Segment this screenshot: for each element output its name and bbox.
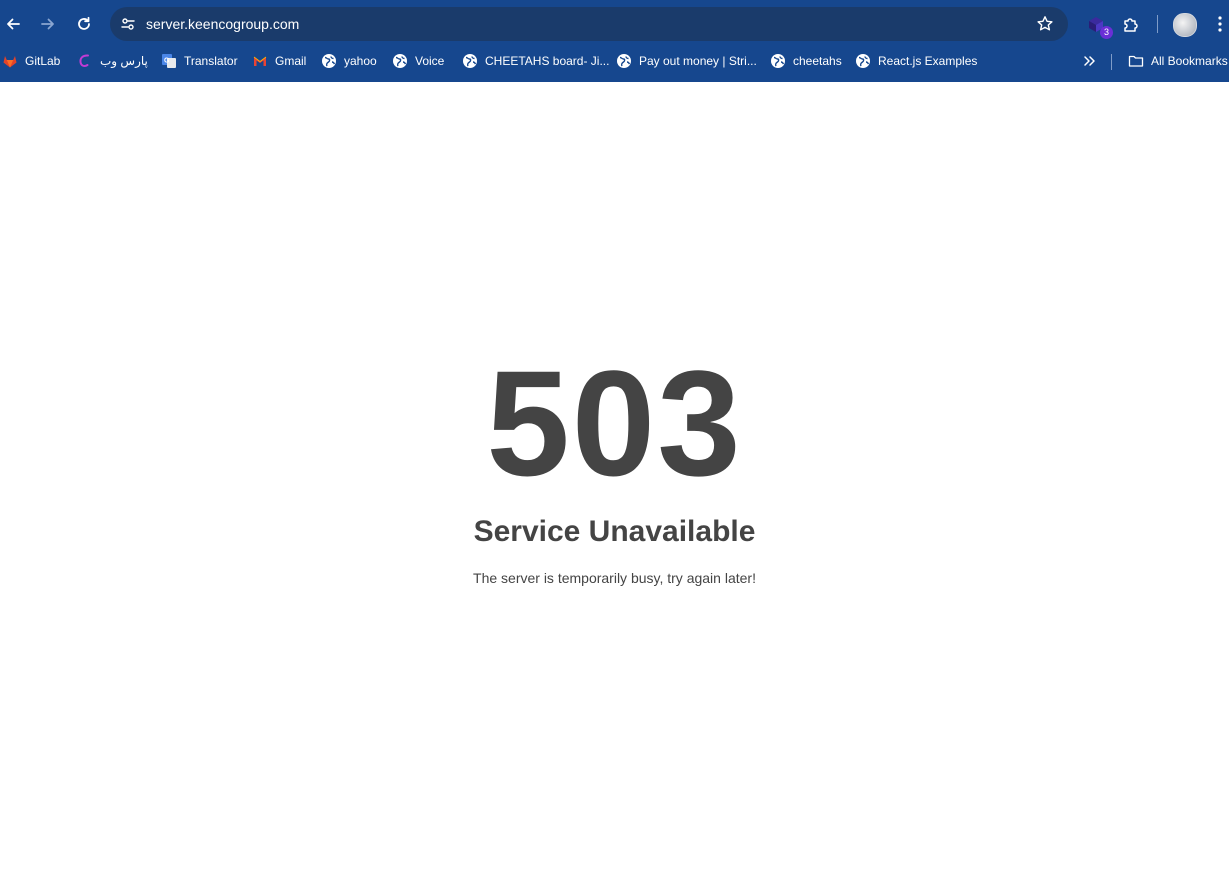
bookmark-cheetahs[interactable]: cheetahs xyxy=(770,50,842,72)
globe-icon xyxy=(616,53,632,69)
gitlab-icon xyxy=(2,53,18,69)
bookmarks-bar: GitLab پارس وب G Translator Gmail yahoo xyxy=(0,48,1229,74)
puzzle-icon xyxy=(1124,18,1138,32)
url-input[interactable] xyxy=(146,7,1006,41)
page-content: 503 Service Unavailable The server is te… xyxy=(0,82,1229,881)
bookmark-gitlab[interactable]: GitLab xyxy=(2,50,60,72)
bookmark-label: GitLab xyxy=(25,54,61,68)
back-button[interactable] xyxy=(1,12,25,36)
bookmark-gmail[interactable]: Gmail xyxy=(252,50,306,72)
forward-button[interactable] xyxy=(36,12,60,36)
browser-toolbar: 3 xyxy=(0,0,1229,48)
folder-icon xyxy=(1128,53,1144,69)
extensions-menu-button[interactable] xyxy=(1119,13,1143,37)
bookmark-label: Translator xyxy=(184,54,238,68)
error-message: The server is temporarily busy, try agai… xyxy=(473,570,756,586)
gmail-icon xyxy=(252,53,268,69)
all-bookmarks-label: All Bookmarks xyxy=(1151,54,1228,68)
globe-icon xyxy=(321,53,337,69)
globe-icon xyxy=(770,53,786,69)
error-code: 503 xyxy=(486,339,743,507)
globe-icon xyxy=(392,53,408,69)
parsweb-icon xyxy=(77,53,93,69)
google-translate-icon: G xyxy=(161,53,177,69)
bookmark-cheetahs-board[interactable]: CHEETAHS board- Ji... xyxy=(462,50,609,72)
bookmark-pay-out-money[interactable]: Pay out money | Stri... xyxy=(616,50,757,72)
reload-button[interactable] xyxy=(72,12,96,36)
bookmark-label: Pay out money | Stri... xyxy=(639,54,757,68)
arrow-left-icon xyxy=(7,18,20,30)
extension-badge: 3 xyxy=(1100,26,1113,39)
arrow-right-icon xyxy=(41,18,54,30)
bookmark-yahoo[interactable]: yahoo xyxy=(321,50,377,72)
bookmark-label: React.js Examples xyxy=(878,54,978,68)
profile-avatar[interactable] xyxy=(1173,13,1197,37)
bookmark-reactjs-examples[interactable]: React.js Examples xyxy=(855,50,977,72)
bookmark-label: Gmail xyxy=(275,54,307,68)
bookmark-label: CHEETAHS board- Ji... xyxy=(485,54,610,68)
bookmark-translator[interactable]: G Translator xyxy=(161,50,238,72)
all-bookmarks-button[interactable]: All Bookmarks xyxy=(1128,50,1228,72)
bookmark-label: cheetahs xyxy=(793,54,842,68)
more-bookmarks-button[interactable] xyxy=(1080,52,1098,70)
bookmark-label: پارس وب xyxy=(100,54,148,68)
tune-icon xyxy=(121,18,135,30)
site-info-button[interactable] xyxy=(116,12,140,36)
globe-icon xyxy=(462,53,478,69)
bookmark-label: yahoo xyxy=(344,54,377,68)
error-title: Service Unavailable xyxy=(473,515,756,548)
svg-text:G: G xyxy=(164,58,170,65)
reload-icon xyxy=(78,16,90,30)
bookmark-label: Voice xyxy=(415,54,445,68)
double-chevron-right-icon xyxy=(1084,56,1095,66)
bookmark-parsweb[interactable]: پارس وب xyxy=(77,50,148,72)
browser-chrome: 3 GitLab پارس وب G xyxy=(0,0,1229,82)
globe-icon xyxy=(855,53,871,69)
bookmarks-separator xyxy=(1111,54,1112,70)
bookmark-star-icon[interactable] xyxy=(1036,15,1054,33)
more-vert-icon[interactable] xyxy=(1212,14,1228,34)
address-bar[interactable] xyxy=(110,7,1068,41)
bookmark-voice[interactable]: Voice xyxy=(392,50,444,72)
toolbar-separator xyxy=(1157,15,1158,33)
